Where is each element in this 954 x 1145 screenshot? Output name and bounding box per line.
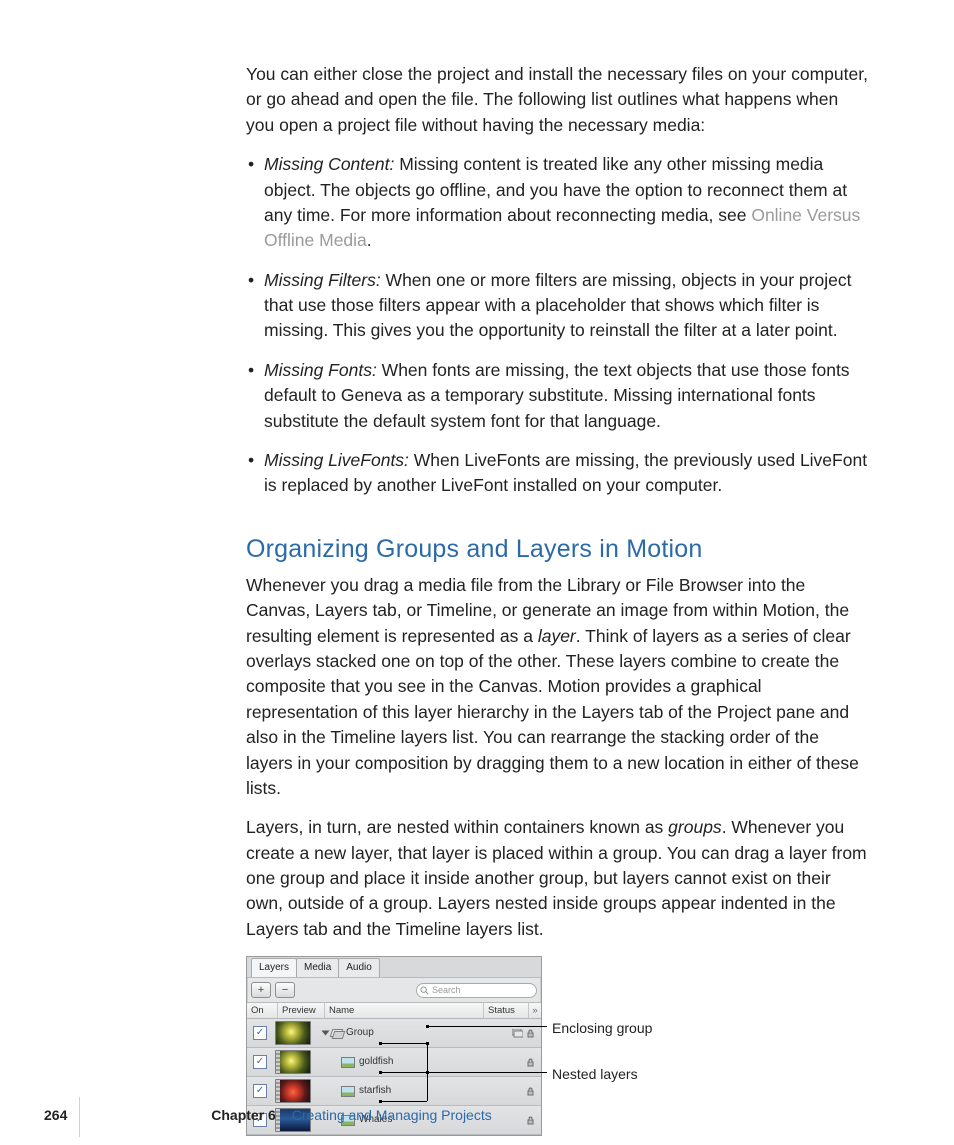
lock-icon[interactable] bbox=[526, 1116, 535, 1125]
preview-thumbnail bbox=[275, 1021, 311, 1045]
bullet-term: Missing LiveFonts: bbox=[264, 450, 409, 470]
search-input[interactable]: Search bbox=[416, 983, 537, 998]
remove-button[interactable]: − bbox=[275, 982, 295, 998]
add-button[interactable]: + bbox=[251, 982, 271, 998]
lock-icon[interactable] bbox=[526, 1029, 535, 1038]
bullet-item: Missing Fonts: When fonts are missing, t… bbox=[246, 358, 868, 434]
search-icon bbox=[420, 986, 429, 995]
page-number: 264 bbox=[44, 1107, 67, 1123]
row-name: starfish bbox=[359, 1084, 391, 1099]
callout-text: Nested layers bbox=[552, 1066, 638, 1082]
bullet-item: Missing Filters: When one or more filter… bbox=[246, 268, 868, 344]
group-icon bbox=[331, 1029, 342, 1038]
bullet-term: Missing Filters: bbox=[264, 270, 381, 290]
page: You can either close the project and ins… bbox=[0, 0, 954, 1145]
callout-enclosing-group: Enclosing group bbox=[552, 1018, 652, 1038]
visibility-checkbox[interactable] bbox=[253, 1084, 267, 1098]
bullet-term: Missing Content: bbox=[264, 154, 394, 174]
header-name[interactable]: Name bbox=[325, 1003, 484, 1018]
tab-strip: Layers Media Audio bbox=[247, 957, 541, 978]
content-column: You can either close the project and ins… bbox=[246, 62, 868, 1136]
section-paragraph: Layers, in turn, are nested within conta… bbox=[246, 815, 868, 942]
image-icon bbox=[341, 1086, 355, 1097]
search-placeholder: Search bbox=[432, 984, 461, 997]
bullet-term: Missing Fonts: bbox=[264, 360, 377, 380]
column-headers: On Preview Name Status » bbox=[247, 1003, 541, 1019]
chapter-title: Creating and Managing Projects bbox=[292, 1107, 492, 1123]
header-status[interactable]: Status bbox=[484, 1003, 529, 1018]
tab-media[interactable]: Media bbox=[296, 958, 339, 978]
visibility-checkbox[interactable] bbox=[253, 1055, 267, 1069]
lock-icon[interactable] bbox=[526, 1087, 535, 1096]
callout-nested-layers: Nested layers bbox=[552, 1064, 638, 1084]
bullet-item: Missing Content: Missing content is trea… bbox=[246, 152, 868, 254]
section-paragraph: Whenever you drag a media file from the … bbox=[246, 573, 868, 801]
header-preview[interactable]: Preview bbox=[278, 1003, 325, 1018]
row-name: goldfish bbox=[359, 1055, 393, 1070]
bullet-item: Missing LiveFonts: When LiveFonts are mi… bbox=[246, 448, 868, 499]
header-on[interactable]: On bbox=[247, 1003, 278, 1018]
tab-layers[interactable]: Layers bbox=[251, 958, 297, 978]
bullet-text: . bbox=[367, 230, 372, 250]
disclosure-triangle-icon[interactable] bbox=[322, 1031, 330, 1036]
intro-paragraph: You can either close the project and ins… bbox=[246, 62, 868, 138]
preview-thumbnail bbox=[275, 1050, 311, 1074]
section-heading: Organizing Groups and Layers in Motion bbox=[246, 531, 868, 567]
bullet-list: Missing Content: Missing content is trea… bbox=[246, 152, 868, 499]
stack-icon bbox=[512, 1029, 523, 1038]
text: . Think of layers as a series of clear o… bbox=[246, 626, 859, 798]
image-icon bbox=[341, 1057, 355, 1068]
callout-text: Enclosing group bbox=[552, 1020, 652, 1036]
tab-audio[interactable]: Audio bbox=[338, 958, 380, 978]
text: Layers, in turn, are nested within conta… bbox=[246, 817, 668, 837]
toolbar: + − Search bbox=[247, 978, 541, 1003]
italic-term: layer bbox=[538, 626, 576, 646]
lock-icon[interactable] bbox=[526, 1058, 535, 1067]
visibility-checkbox[interactable] bbox=[253, 1026, 267, 1040]
preview-thumbnail bbox=[275, 1079, 311, 1103]
header-menu[interactable]: » bbox=[529, 1003, 541, 1018]
chapter-label: Chapter 6 bbox=[211, 1107, 276, 1123]
row-name: Group bbox=[346, 1026, 374, 1041]
italic-term: groups bbox=[668, 817, 722, 837]
